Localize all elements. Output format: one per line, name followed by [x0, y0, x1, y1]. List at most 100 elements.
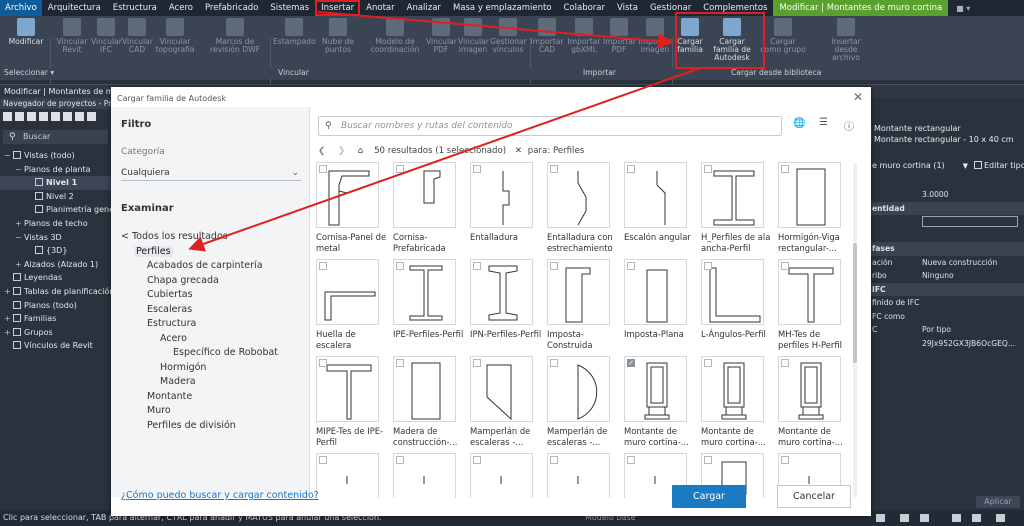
tile-checkbox[interactable]: [627, 456, 635, 464]
tile-checkbox[interactable]: [704, 165, 712, 173]
tile-checkbox[interactable]: ✓: [627, 359, 635, 367]
tree-item[interactable]: + Familias: [0, 312, 111, 326]
ribbon-button-13[interactable]: Importar gbXML: [567, 18, 601, 70]
ribbon-button-5[interactable]: Marcos de revisión DWF: [200, 18, 270, 70]
menu-item-14[interactable]: Modificar | Montantes de muro cortina: [773, 0, 949, 16]
clear-filter-icon[interactable]: ✕: [515, 146, 522, 156]
tile-checkbox[interactable]: [627, 165, 635, 173]
ribbon-button-2[interactable]: Vincular IFC: [91, 18, 122, 70]
tree-toggle-icon[interactable]: +: [15, 217, 24, 231]
browse-item[interactable]: Acabados de carpintería: [147, 260, 263, 271]
drag-icon[interactable]: [996, 514, 1005, 522]
browser-search-input[interactable]: ⚲ Buscar: [3, 130, 108, 144]
property-value[interactable]: 3.0000: [922, 188, 949, 202]
tree-item[interactable]: − Vistas (todo): [0, 149, 111, 163]
browse-item[interactable]: Hormigón: [160, 362, 206, 373]
tree-item[interactable]: Nivel 2: [0, 190, 111, 204]
browse-item[interactable]: Montante: [147, 391, 192, 402]
ribbon-button-9[interactable]: Vincular PDF: [426, 18, 457, 70]
ribbon-button-8[interactable]: Modelo de coordinación: [370, 18, 420, 70]
family-tile[interactable]: [547, 356, 610, 422]
tree-item[interactable]: − Vistas 3D: [0, 231, 111, 245]
tree-item[interactable]: Planimetría gener: [0, 203, 111, 217]
menu-item-11[interactable]: Vista: [611, 0, 644, 16]
browse-item[interactable]: Muro: [147, 405, 171, 416]
tile-checkbox[interactable]: [319, 262, 327, 270]
menu-item-2[interactable]: Estructura: [107, 0, 163, 16]
tree-toggle-icon[interactable]: +: [4, 312, 13, 326]
family-tile[interactable]: ✓: [624, 356, 687, 422]
tile-checkbox[interactable]: [473, 262, 481, 270]
tree-toggle-icon[interactable]: −: [4, 149, 13, 163]
tile-checkbox[interactable]: [319, 359, 327, 367]
home-icon[interactable]: [3, 112, 12, 121]
browse-item[interactable]: Cubiertas: [147, 289, 193, 300]
tree-toggle-icon[interactable]: +: [15, 258, 24, 272]
ribbon-button-6[interactable]: Estampado: [273, 18, 316, 70]
tree-item[interactable]: Nivel 1: [0, 176, 111, 190]
family-tile[interactable]: [316, 453, 379, 498]
tile-checkbox[interactable]: [396, 456, 404, 464]
tile-checkbox[interactable]: [396, 262, 404, 270]
grid-scrollbar[interactable]: [853, 163, 857, 497]
family-tile[interactable]: [547, 162, 610, 228]
family-tile[interactable]: [547, 453, 610, 498]
globe-icon[interactable]: 🌐: [793, 118, 805, 129]
tile-checkbox[interactable]: [550, 262, 558, 270]
menu-item-1[interactable]: Arquitectura: [42, 0, 107, 16]
family-tile[interactable]: [547, 259, 610, 325]
ribbon-button-1[interactable]: Vincular Revit: [55, 18, 89, 70]
menu-item-6[interactable]: Insertar: [315, 0, 361, 16]
menu-item-8[interactable]: Analizar: [401, 0, 447, 16]
family-tile[interactable]: [470, 162, 533, 228]
pin-icon[interactable]: [920, 514, 929, 522]
lock-icon[interactable]: [900, 514, 909, 522]
property-value[interactable]: Nueva construcción: [922, 256, 997, 270]
tile-checkbox[interactable]: [473, 456, 481, 464]
selection-icon[interactable]: [876, 514, 885, 522]
family-tile[interactable]: [470, 453, 533, 498]
family-tile[interactable]: [316, 259, 379, 325]
family-tile[interactable]: [701, 356, 764, 422]
family-tile[interactable]: [393, 453, 456, 498]
list-view-icon[interactable]: ☰: [819, 117, 828, 128]
family-tile[interactable]: [624, 162, 687, 228]
browse-item[interactable]: Chapa grecada: [147, 275, 219, 286]
load-button[interactable]: Cargar: [672, 485, 746, 508]
ribbon-button-14[interactable]: Importar PDF: [603, 18, 636, 70]
apply-button[interactable]: Aplicar: [976, 496, 1020, 508]
family-tile[interactable]: [470, 356, 533, 422]
cancel-button[interactable]: Cancelar: [777, 485, 851, 508]
ribbon-button-4[interactable]: Vincular topografía: [155, 18, 195, 70]
instance-selector[interactable]: e muro cortina (1) ▼: [862, 159, 972, 173]
family-tile[interactable]: [778, 162, 841, 228]
image-icon[interactable]: [51, 112, 60, 121]
tile-checkbox[interactable]: [473, 165, 481, 173]
tree-item[interactable]: + Grupos: [0, 326, 111, 340]
menu-item-4[interactable]: Prefabricado: [199, 0, 264, 16]
menu-item-5[interactable]: Sistemas: [264, 0, 315, 16]
quick-tools-icon[interactable]: ■ ▾: [956, 4, 970, 13]
family-tile[interactable]: [393, 259, 456, 325]
property-value[interactable]: [922, 216, 1018, 227]
content-search-input[interactable]: ⚲ Buscar nombres y rutas del contenido: [318, 116, 782, 136]
check-icon[interactable]: [63, 112, 72, 121]
window-icon[interactable]: [87, 112, 96, 121]
browse-item[interactable]: Perfiles de división: [147, 420, 236, 431]
edit-type-button[interactable]: Editar tipo: [974, 159, 1024, 173]
tile-checkbox[interactable]: [473, 359, 481, 367]
property-value[interactable]: Ninguno: [922, 269, 954, 283]
family-tile[interactable]: [778, 356, 841, 422]
tile-checkbox[interactable]: [319, 456, 327, 464]
tree-item[interactable]: Planos (todo): [0, 299, 111, 313]
browse-item[interactable]: Estructura: [147, 318, 196, 329]
back-arrow-icon[interactable]: ❮: [318, 146, 325, 156]
forward-arrow-icon[interactable]: ❯: [338, 146, 345, 156]
tile-checkbox[interactable]: [396, 165, 404, 173]
browse-item[interactable]: Madera: [160, 376, 196, 387]
tree-toggle-icon[interactable]: +: [4, 326, 13, 340]
sheet-icon[interactable]: [15, 112, 24, 121]
close-icon[interactable]: ✕: [853, 90, 863, 104]
tile-checkbox[interactable]: [396, 359, 404, 367]
tree-toggle-icon[interactable]: −: [15, 163, 24, 177]
